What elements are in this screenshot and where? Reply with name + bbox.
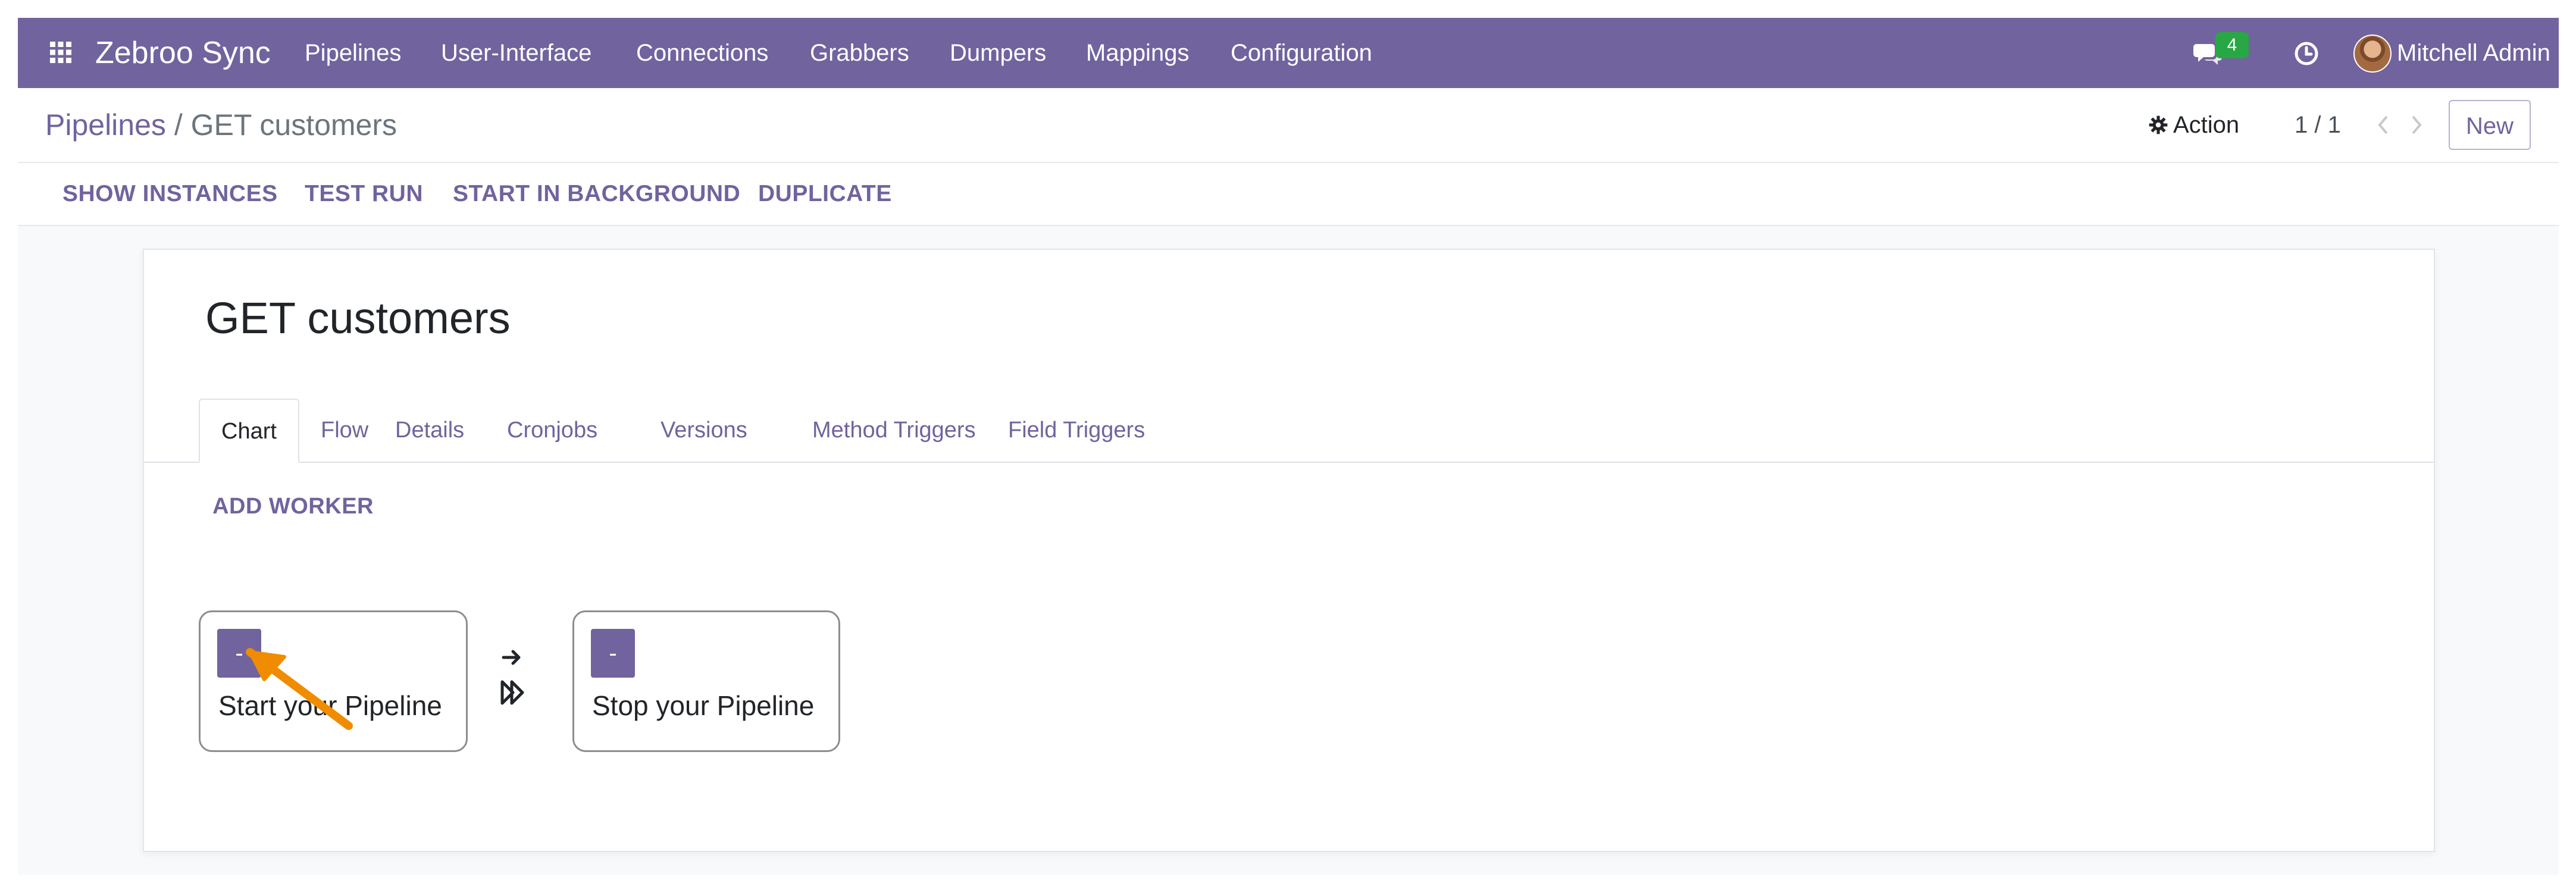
menu-dumpers[interactable]: Dumpers xyxy=(950,18,1046,88)
menu-connections[interactable]: Connections xyxy=(636,18,768,88)
node-toggle-button[interactable]: - xyxy=(217,629,261,678)
breadcrumb-separator: / xyxy=(174,108,183,142)
pager-value[interactable]: 1 / 1 xyxy=(2295,88,2341,162)
action-menu-button[interactable]: Action xyxy=(2148,88,2239,162)
chevron-left-icon xyxy=(2378,115,2388,134)
pager-previous-button[interactable] xyxy=(2371,111,2395,139)
gear-icon xyxy=(2149,115,2168,134)
show-instances-button[interactable]: SHOW INSTANCES xyxy=(62,163,278,225)
flow-arrows xyxy=(494,643,530,714)
start-in-background-button[interactable]: START IN BACKGROUND xyxy=(453,163,740,225)
tabs-divider xyxy=(144,462,2434,463)
form-sheet: GET customers Chart Flow Details Cronjob… xyxy=(143,249,2435,852)
node-toggle-button[interactable]: - xyxy=(591,629,635,678)
fast-forward-icon xyxy=(500,680,524,705)
menu-pipelines[interactable]: Pipelines xyxy=(305,18,401,88)
tab-field-triggers[interactable]: Field Triggers xyxy=(1008,399,1145,462)
pager-next-button[interactable] xyxy=(2405,111,2428,139)
app-frame: Zebroo Sync Pipelines User-Interface Con… xyxy=(18,18,2559,875)
pipeline-node-start[interactable]: - Start your Pipeline xyxy=(199,610,468,752)
action-label: Action xyxy=(2173,112,2240,138)
control-panel: Pipelines / GET customers Action 1 / 1 N… xyxy=(18,88,2559,163)
user-avatar[interactable] xyxy=(2353,35,2392,73)
tab-method-triggers[interactable]: Method Triggers xyxy=(812,399,976,462)
top-navbar: Zebroo Sync Pipelines User-Interface Con… xyxy=(18,18,2559,88)
apps-grid-icon[interactable] xyxy=(49,40,73,64)
form-button-bar: SHOW INSTANCES TEST RUN START IN BACKGRO… xyxy=(18,163,2559,226)
test-run-button[interactable]: TEST RUN xyxy=(305,163,423,225)
new-record-button[interactable]: New xyxy=(2449,100,2531,150)
user-name[interactable]: Mitchell Admin xyxy=(2397,18,2550,88)
menu-configuration[interactable]: Configuration xyxy=(1231,18,1372,88)
add-worker-button[interactable]: ADD WORKER xyxy=(212,494,374,519)
clock-icon[interactable] xyxy=(2293,40,2320,67)
duplicate-button[interactable]: DUPLICATE xyxy=(758,163,892,225)
tab-chart[interactable]: Chart xyxy=(199,399,299,463)
message-count-badge: 4 xyxy=(2215,32,2249,58)
tab-details[interactable]: Details xyxy=(395,399,464,462)
menu-grabbers[interactable]: Grabbers xyxy=(810,18,909,88)
menu-user-interface[interactable]: User-Interface xyxy=(441,18,591,88)
record-title[interactable]: GET customers xyxy=(205,293,511,343)
tab-flow[interactable]: Flow xyxy=(321,399,368,462)
arrow-right-icon xyxy=(502,650,521,665)
menu-mappings[interactable]: Mappings xyxy=(1086,18,1189,88)
tab-versions[interactable]: Versions xyxy=(661,399,747,462)
app-brand[interactable]: Zebroo Sync xyxy=(95,18,271,88)
tab-cronjobs[interactable]: Cronjobs xyxy=(507,399,597,462)
node-label: Stop your Pipeline xyxy=(592,690,815,721)
breadcrumb-current: GET customers xyxy=(190,108,397,142)
pipeline-node-stop[interactable]: - Stop your Pipeline xyxy=(572,610,840,752)
chevron-right-icon xyxy=(2412,115,2422,134)
breadcrumb-parent[interactable]: Pipelines xyxy=(45,108,166,142)
breadcrumb: Pipelines / GET customers xyxy=(45,88,397,162)
node-label: Start your Pipeline xyxy=(218,690,442,721)
